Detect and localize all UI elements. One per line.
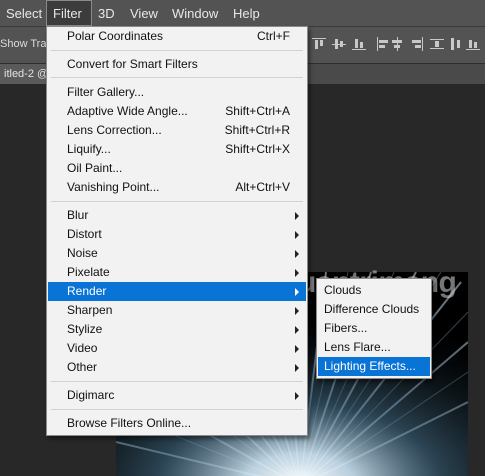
- submenu-arrow-icon: [295, 231, 299, 239]
- menu-separator: [51, 381, 303, 382]
- submenu-item-label: Clouds: [324, 283, 362, 297]
- menu-item-noise[interactable]: Noise: [48, 244, 306, 263]
- menu-item-shortcut: Shift+Ctrl+R: [224, 123, 290, 137]
- menu-item-label: Video: [67, 341, 98, 355]
- submenu-item-label: Difference Clouds: [324, 302, 420, 316]
- document-tab[interactable]: itled-2 @: [0, 64, 53, 84]
- menu-item-other[interactable]: Other: [48, 358, 306, 377]
- menu-item-stylize[interactable]: Stylize: [48, 320, 306, 339]
- menu-item-label: Other: [67, 360, 98, 374]
- submenu-arrow-icon: [295, 307, 299, 315]
- submenu-item-clouds[interactable]: Clouds: [318, 281, 430, 300]
- submenu-arrow-icon: [295, 269, 299, 277]
- submenu-item-label: Lighting Effects...: [324, 359, 416, 373]
- menu-item-shortcut: Shift+Ctrl+X: [225, 142, 290, 156]
- menu-item-label: Liquify...: [67, 142, 111, 156]
- menu-item-render[interactable]: Render: [48, 282, 306, 301]
- menu-item-digimarc[interactable]: Digimarc: [48, 386, 306, 405]
- menu-separator: [51, 201, 303, 202]
- menu-item-label: Browse Filters Online...: [67, 416, 192, 430]
- menu-item-label: Sharpen: [67, 303, 113, 317]
- submenu-item-lens-flare[interactable]: Lens Flare...: [318, 338, 430, 357]
- menu-separator: [51, 409, 303, 410]
- distribute-bottom-icon[interactable]: [466, 37, 480, 51]
- submenu-arrow-icon: [295, 364, 299, 372]
- submenu-arrow-icon: [295, 392, 299, 400]
- submenu-arrow-icon: [295, 326, 299, 334]
- submenu-arrow-icon: [295, 250, 299, 258]
- menu-item-shortcut: Shift+Ctrl+A: [225, 104, 290, 118]
- menu-item-label: Adaptive Wide Angle...: [67, 104, 188, 118]
- submenu-item-fibers[interactable]: Fibers...: [318, 319, 430, 338]
- menu-item-sharpen[interactable]: Sharpen: [48, 301, 306, 320]
- menu-item-label: Blur: [67, 208, 89, 222]
- menu-item-shortcut: Alt+Ctrl+V: [235, 180, 290, 194]
- menu-3d[interactable]: 3D: [92, 0, 121, 26]
- menu-item-label: Stylize: [67, 322, 103, 336]
- menu-item-label: Convert for Smart Filters: [67, 57, 198, 71]
- distribute-vcenter-icon[interactable]: [448, 37, 462, 51]
- menu-item-vanishing-point[interactable]: Vanishing Point... Alt+Ctrl+V: [48, 178, 306, 197]
- menu-help[interactable]: Help: [227, 0, 266, 26]
- submenu-item-label: Lens Flare...: [324, 340, 391, 354]
- align-top-icon[interactable]: [312, 37, 326, 51]
- menu-item-label: Filter Gallery...: [67, 85, 145, 99]
- menu-item-label: Oil Paint...: [67, 161, 123, 175]
- menu-select[interactable]: Select: [0, 0, 48, 26]
- menu-item-label: Render: [67, 284, 107, 298]
- menu-item-liquify[interactable]: Liquify... Shift+Ctrl+X: [48, 140, 306, 159]
- menu-window[interactable]: Window: [166, 0, 224, 26]
- menu-item-convert-smart[interactable]: Convert for Smart Filters: [48, 55, 306, 74]
- menu-separator: [51, 77, 303, 78]
- menu-filter[interactable]: Filter: [46, 0, 92, 26]
- align-bottom-icon[interactable]: [352, 37, 366, 51]
- align-vcenter-icon[interactable]: [332, 37, 346, 51]
- menu-item-label: Pixelate: [67, 265, 110, 279]
- distribute-top-icon[interactable]: [430, 37, 444, 51]
- menu-item-label: Polar Coordinates: [67, 29, 164, 43]
- menu-item-lens-correction[interactable]: Lens Correction... Shift+Ctrl+R: [48, 121, 306, 140]
- align-right-icon[interactable]: [410, 37, 424, 51]
- menu-item-label: Vanishing Point...: [67, 180, 160, 194]
- menu-item-pixelate[interactable]: Pixelate: [48, 263, 306, 282]
- menu-item-label: Digimarc: [67, 388, 115, 402]
- menu-item-label: Distort: [67, 227, 102, 241]
- menu-view[interactable]: View: [124, 0, 164, 26]
- menu-item-last-filter[interactable]: Polar Coordinates Ctrl+F: [48, 27, 306, 46]
- submenu-item-lighting-effects[interactable]: Lighting Effects...: [318, 357, 430, 376]
- menu-item-distort[interactable]: Distort: [48, 225, 306, 244]
- submenu-item-label: Fibers...: [324, 321, 368, 335]
- menu-item-video[interactable]: Video: [48, 339, 306, 358]
- menu-separator: [51, 50, 303, 51]
- align-hcenter-icon[interactable]: [390, 37, 404, 51]
- menu-bar: Select Filter 3D View Window Help: [0, 0, 485, 27]
- menu-item-label: Noise: [67, 246, 98, 260]
- submenu-item-difference-clouds[interactable]: Difference Clouds: [318, 300, 430, 319]
- submenu-arrow-icon: [295, 288, 299, 296]
- menu-item-adaptive-wide-angle[interactable]: Adaptive Wide Angle... Shift+Ctrl+A: [48, 102, 306, 121]
- menu-item-shortcut: Ctrl+F: [257, 29, 290, 43]
- filter-menu: Polar Coordinates Ctrl+F Convert for Sma…: [46, 26, 308, 436]
- menu-item-label: Lens Correction...: [67, 123, 162, 137]
- submenu-arrow-icon: [295, 212, 299, 220]
- menu-item-blur[interactable]: Blur: [48, 206, 306, 225]
- render-submenu: Clouds Difference Clouds Fibers... Lens …: [316, 278, 432, 379]
- menu-item-oil-paint[interactable]: Oil Paint...: [48, 159, 306, 178]
- submenu-arrow-icon: [295, 345, 299, 353]
- align-left-icon[interactable]: [376, 37, 390, 51]
- menu-item-filter-gallery[interactable]: Filter Gallery...: [48, 83, 306, 102]
- menu-item-browse-filters-online[interactable]: Browse Filters Online...: [48, 414, 306, 433]
